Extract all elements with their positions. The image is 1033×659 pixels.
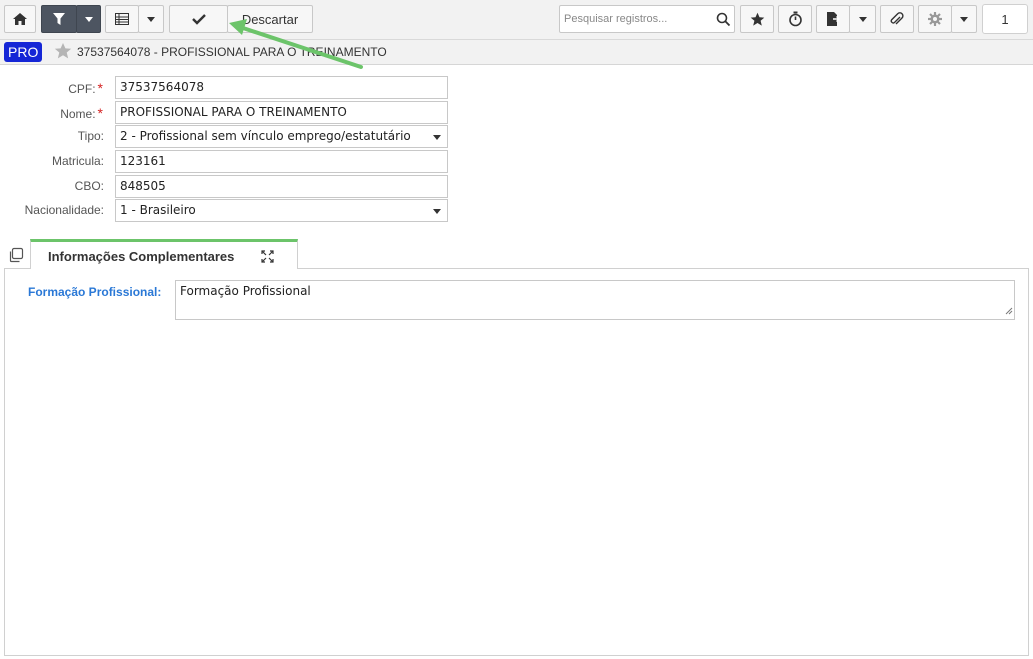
star-icon[interactable]	[54, 42, 72, 63]
record-title-bar: PRO 37537564078 - PROFISSIONAL PARA O TR…	[0, 40, 1033, 65]
checkmark-icon	[191, 13, 206, 25]
discard-label: Descartar	[241, 11, 299, 27]
matricula-field[interactable]: 123161	[115, 150, 448, 173]
timer-button[interactable]	[778, 5, 812, 33]
cpf-field[interactable]: 37537564078	[115, 76, 448, 99]
matricula-label: Matricula:	[51, 154, 104, 168]
chevron-down-icon	[433, 209, 441, 214]
tipo-row: Tipo: 2 - Profissional sem vínculo empre…	[0, 125, 460, 148]
formacao-label: Formação Profissional:	[28, 285, 162, 299]
confirm-button[interactable]	[169, 5, 228, 33]
tipo-value: 2 - Profissional sem vínculo emprego/est…	[120, 129, 411, 143]
chevron-down-icon	[433, 135, 441, 140]
nacionalidade-select[interactable]: 1 - Brasileiro	[115, 199, 448, 222]
nome-field[interactable]: PROFISSIONAL PARA O TREINAMENTO	[115, 101, 448, 124]
cpf-row: CPF: * 37537564078	[0, 76, 460, 99]
cbo-row: CBO: 848505	[0, 175, 460, 198]
chevron-down-icon	[960, 16, 968, 22]
settings-dropdown-button[interactable]	[951, 5, 977, 33]
star-icon	[750, 12, 765, 27]
cbo-field[interactable]: 848505	[115, 175, 448, 198]
expand-icon[interactable]	[261, 250, 274, 266]
cbo-label: CBO:	[74, 179, 104, 193]
paperclip-icon	[890, 11, 904, 27]
stopwatch-icon	[788, 11, 803, 27]
discard-button[interactable]: Descartar	[227, 5, 313, 33]
nacionalidade-row: Nacionalidade: 1 - Brasileiro	[0, 199, 460, 222]
tipo-select[interactable]: 2 - Profissional sem vínculo emprego/est…	[115, 125, 448, 148]
search-box	[559, 5, 735, 33]
resize-handle-icon[interactable]	[1004, 304, 1013, 318]
copy-icon[interactable]	[8, 247, 24, 266]
nacionalidade-label: Nacionalidade:	[24, 203, 104, 217]
formacao-value: Formação Profissional	[180, 284, 311, 298]
toolbar: Descartar 1	[0, 0, 1033, 40]
file-export-icon	[826, 11, 840, 27]
gear-icon	[927, 11, 943, 27]
filter-dropdown-button[interactable]	[76, 5, 101, 33]
page-number[interactable]: 1	[982, 4, 1028, 34]
grid-dropdown-button[interactable]	[138, 5, 164, 33]
nacionalidade-value: 1 - Brasileiro	[120, 203, 196, 217]
tab-informacoes-complementares[interactable]: Informações Complementares	[30, 239, 298, 269]
export-dropdown-button[interactable]	[849, 5, 876, 33]
home-icon	[12, 12, 28, 26]
search-input[interactable]	[560, 6, 710, 32]
cpf-label: CPF: *	[68, 80, 103, 96]
formacao-textarea[interactable]: Formação Profissional	[175, 280, 1015, 320]
chevron-down-icon	[147, 16, 155, 22]
chevron-down-icon	[858, 16, 867, 22]
home-button[interactable]	[4, 5, 36, 33]
nome-label: Nome: *	[60, 105, 103, 121]
grid-view-button[interactable]	[105, 5, 139, 33]
chevron-down-icon	[84, 16, 93, 22]
matricula-row: Matricula: 123161	[0, 150, 460, 173]
tab-label: Informações Complementares	[48, 249, 235, 264]
filter-button[interactable]	[41, 5, 77, 33]
attach-button[interactable]	[880, 5, 914, 33]
module-badge: PRO	[4, 42, 43, 62]
tipo-label: Tipo:	[77, 129, 104, 143]
export-button[interactable]	[816, 5, 850, 33]
search-icon[interactable]	[716, 12, 731, 30]
favorite-button[interactable]	[740, 5, 774, 33]
tab-panel	[4, 268, 1029, 656]
page-title: 37537564078 - PROFISSIONAL PARA O TREINA…	[77, 45, 387, 59]
settings-button[interactable]	[918, 5, 952, 33]
grid-icon	[115, 13, 129, 25]
nome-row: Nome: * PROFISSIONAL PARA O TREINAMENTO	[0, 101, 460, 124]
filter-icon	[52, 12, 66, 26]
